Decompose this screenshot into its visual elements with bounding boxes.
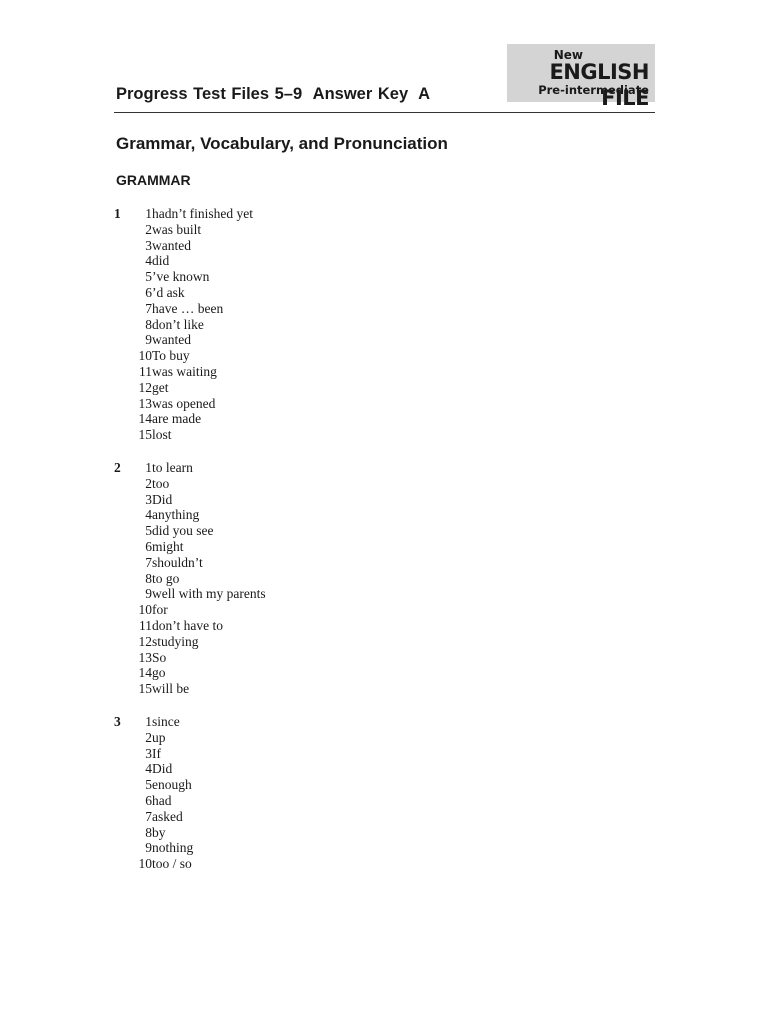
item-number: 1 (145, 460, 152, 475)
item-answer: are made (152, 411, 202, 427)
item-answer: for (152, 602, 168, 618)
item-number: 8 (145, 570, 152, 586)
item-answer: get (152, 379, 169, 395)
item-answer: by (152, 824, 166, 840)
item-number: 11 (139, 617, 152, 633)
item-answer: to go (152, 570, 180, 586)
item-answer: wanted (152, 332, 191, 348)
item-number: 10 (138, 856, 153, 872)
item-answer: enough (152, 777, 192, 793)
item-answer: So (152, 649, 167, 665)
item-answer: too (152, 475, 170, 491)
item-answer: shouldn’t (152, 554, 203, 570)
item-answer: to learn (152, 460, 193, 475)
item-number: 2 (145, 475, 152, 491)
item-answer: asked (152, 808, 183, 824)
item-number: 8 (145, 824, 152, 840)
item-number: 6 (145, 792, 152, 808)
item-answer: ’d ask (152, 284, 185, 300)
item-answer: since (152, 714, 180, 729)
item-answer: ’ve known (152, 269, 210, 285)
item-number: 15 (138, 681, 153, 697)
item-number: 5 (145, 269, 152, 285)
item-answer: lost (152, 427, 172, 443)
item-answer: had (152, 792, 172, 808)
item-answer: To buy (152, 348, 190, 364)
item-number: 14 (138, 411, 153, 427)
item-number: 14 (138, 665, 153, 681)
item-number: 4 (145, 761, 152, 777)
publisher-logo: New ENGLISH FILE Pre-intermediate (507, 44, 655, 110)
item-number: 12 (138, 633, 153, 649)
item-number: 8 (145, 316, 152, 332)
item-number: 10 (138, 602, 153, 618)
item-answer: studying (152, 633, 199, 649)
item-number: 7 (145, 808, 152, 824)
item-number: 9 (145, 840, 152, 856)
item-number: 4 (145, 507, 152, 523)
document-title-text: Progress Test Files 5–9 Answer Key (116, 85, 409, 103)
item-answer: go (152, 665, 166, 681)
item-number: 12 (138, 379, 153, 395)
item-answer: have … been (152, 300, 224, 316)
item-number: 7 (145, 300, 152, 316)
item-number: 13 (138, 395, 153, 411)
item-answer: well with my parents (152, 586, 266, 602)
item-answer: anything (152, 507, 200, 523)
item-answer: Did (152, 761, 173, 777)
section-title: Grammar, Vocabulary, and Pronunciation (116, 134, 448, 153)
item-answer: Did (152, 491, 173, 507)
item-answer: up (152, 729, 166, 745)
item-answer: will be (152, 681, 190, 697)
item-number: 9 (145, 586, 152, 602)
item-number: 1 (145, 206, 152, 221)
item-number: 5 (145, 777, 152, 793)
item-answer: hadn’t finished yet (152, 206, 253, 221)
document-title: Progress Test Files 5–9 Answer Key A (116, 85, 430, 104)
item-number: 11 (139, 363, 152, 379)
item-answer: was opened (152, 395, 216, 411)
item-answer: don’t like (152, 316, 204, 332)
test-version: A (418, 85, 431, 103)
item-answer: nothing (152, 840, 194, 856)
item-answer: did (152, 253, 170, 269)
item-number: 3 (145, 745, 152, 761)
item-answer: was waiting (152, 363, 217, 379)
item-number: 13 (138, 649, 153, 665)
item-number: 1 (145, 714, 152, 729)
item-number: 3 (145, 237, 152, 253)
logo-line-level: Pre-intermediate (538, 83, 649, 97)
item-number: 9 (145, 332, 152, 348)
item-number: 7 (145, 554, 152, 570)
item-number: 2 (145, 221, 152, 237)
item-answer: If (152, 745, 161, 761)
header-divider (114, 112, 655, 113)
item-number: 6 (145, 538, 152, 554)
item-number: 6 (145, 284, 152, 300)
item-number: 2 (145, 729, 152, 745)
item-answer: don’t have to (152, 617, 223, 633)
item-number: 10 (138, 348, 153, 364)
item-answer: wanted (152, 237, 191, 253)
item-number: 15 (138, 427, 153, 443)
item-answer: too / so (152, 856, 192, 872)
item-answer: might (152, 538, 184, 554)
item-number: 5 (145, 523, 152, 539)
item-answer: was built (152, 221, 202, 237)
item-number: 3 (145, 491, 152, 507)
item-answer: did you see (152, 523, 214, 539)
subsection-title: GRAMMAR (116, 172, 191, 188)
item-number: 4 (145, 253, 152, 269)
